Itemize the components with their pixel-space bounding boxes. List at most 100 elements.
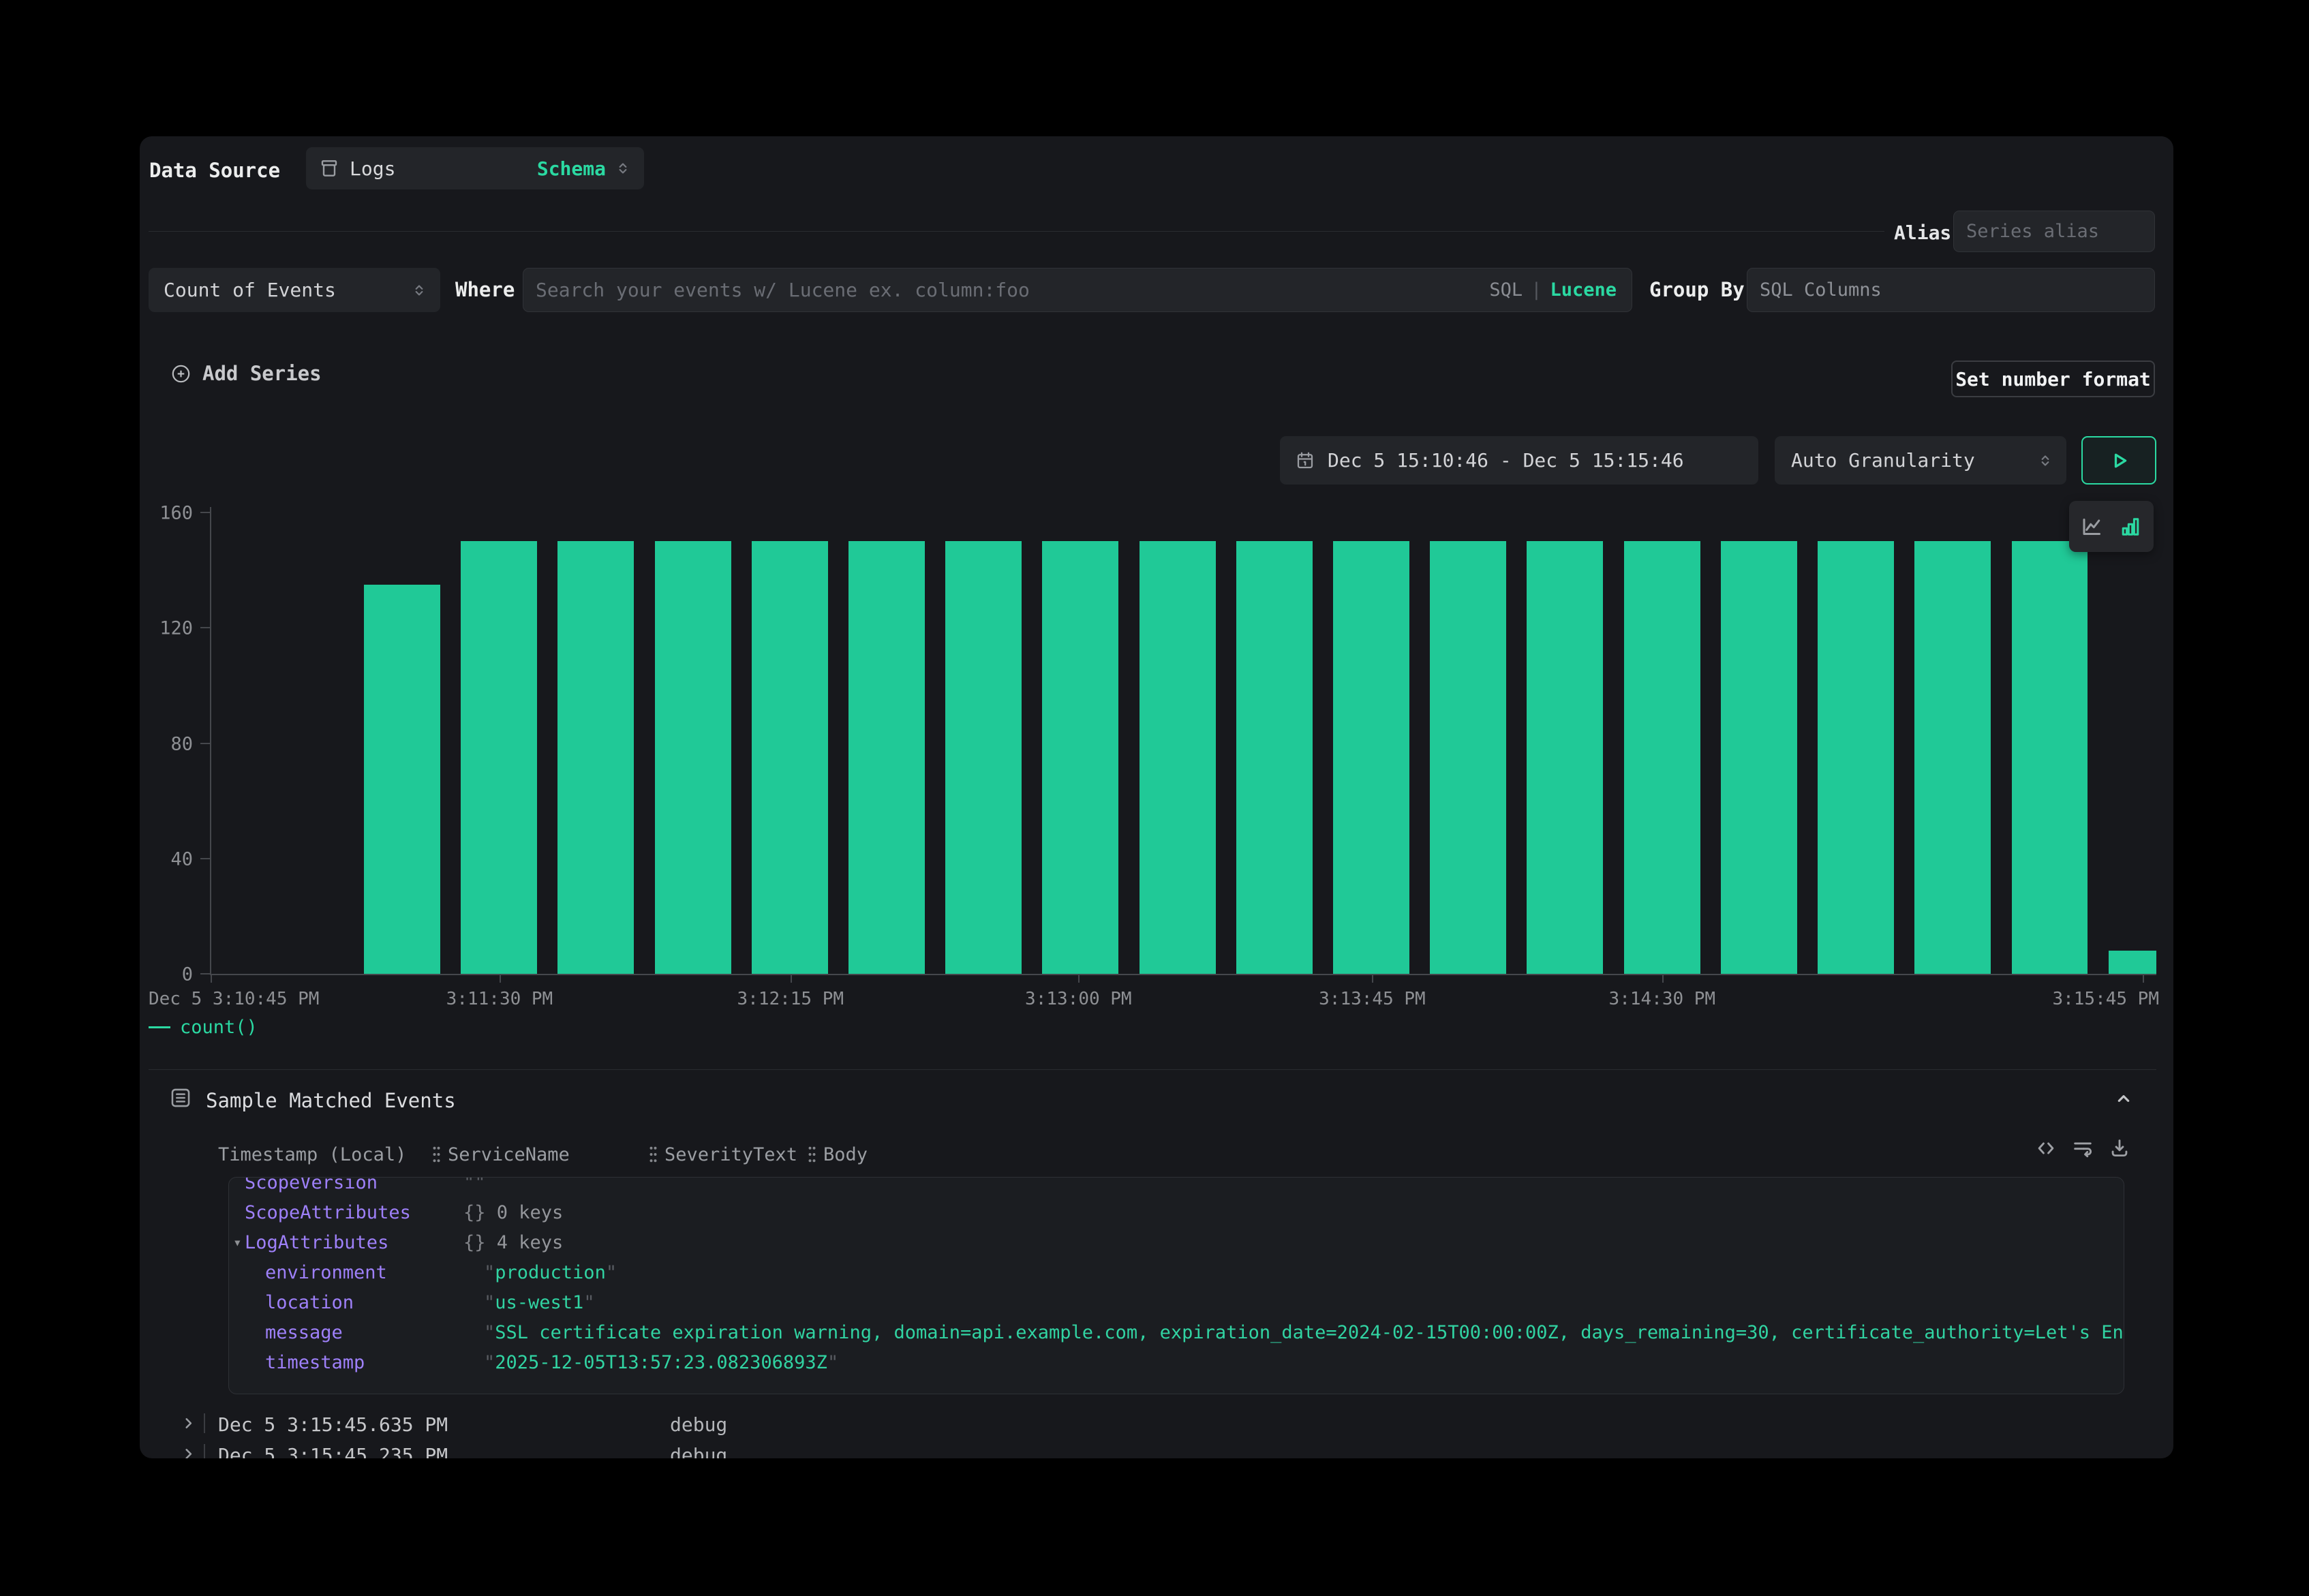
chevron-updown-icon [2036, 452, 2054, 470]
attribute-key[interactable]: ScopeAttributes [245, 1202, 463, 1223]
attribute-value: "SSL certificate expiration warning, dom… [484, 1322, 2124, 1343]
logs-source-icon [318, 157, 340, 179]
search-box: SQL | Lucene [523, 268, 1632, 312]
attribute-key[interactable]: location [265, 1292, 484, 1313]
bar[interactable] [557, 541, 634, 974]
bar[interactable] [848, 541, 925, 974]
bar-chart-icon[interactable] [2118, 515, 2143, 539]
attribute-row[interactable]: environment"production" [229, 1257, 2124, 1287]
search-input[interactable] [523, 268, 1632, 311]
y-axis-label: 0 [182, 964, 193, 985]
attribute-value: "production" [484, 1262, 617, 1283]
x-tick [211, 974, 212, 983]
bar[interactable] [1624, 541, 1700, 974]
data-source-select[interactable]: Logs Schema [306, 147, 644, 189]
attribute-row[interactable]: ▾LogAttributes{} 4 keys [229, 1227, 2124, 1257]
x-axis [210, 974, 2156, 975]
attribute-value: "us-west1" [484, 1292, 595, 1313]
column-header[interactable]: Body [807, 1144, 868, 1165]
bar[interactable] [1721, 541, 1797, 974]
attribute-key[interactable]: timestamp [265, 1352, 484, 1373]
drag-handle-icon[interactable] [807, 1144, 817, 1165]
calendar-icon [1295, 450, 1315, 471]
x-axis-label: Dec 5 3:10:45 PM [149, 989, 319, 1009]
y-axis-label: 40 [170, 848, 193, 870]
granularity-select[interactable]: Auto Granularity [1775, 436, 2066, 485]
bar[interactable] [655, 541, 731, 974]
drag-handle-icon[interactable] [431, 1144, 442, 1165]
bar[interactable] [1527, 541, 1603, 974]
where-label: Where [455, 278, 515, 301]
line-chart-icon[interactable] [2080, 515, 2105, 539]
alias-input[interactable] [1954, 211, 2154, 251]
set-number-format-button[interactable]: Set number format [1951, 360, 2155, 397]
add-series-label: Add Series [202, 362, 322, 385]
text-wrap-icon[interactable] [2071, 1137, 2094, 1160]
play-icon [2107, 448, 2131, 473]
sql-toggle[interactable]: SQL [1489, 279, 1523, 301]
attribute-row[interactable]: message"SSL certificate expiration warni… [229, 1317, 2124, 1347]
x-tick [1662, 974, 1664, 983]
column-label: Timestamp (Local) [218, 1144, 406, 1165]
granularity-value: Auto Granularity [1791, 449, 1975, 472]
bar[interactable] [1333, 541, 1409, 974]
bar[interactable] [1042, 541, 1118, 974]
attribute-key[interactable]: message [265, 1322, 484, 1343]
detail-rows: ScopeVersion""ScopeAttributes{} 0 keys▾L… [229, 1177, 2124, 1377]
bar[interactable] [1140, 541, 1216, 974]
y-tick [200, 858, 211, 859]
bar[interactable] [1236, 541, 1313, 974]
attribute-row[interactable]: ScopeAttributes{} 0 keys [229, 1197, 2124, 1227]
event-row[interactable]: Dec 5 3:15:45.635 PMdebug [140, 1408, 2157, 1439]
events-toolbar [2034, 1137, 2131, 1160]
bar[interactable] [461, 541, 537, 974]
x-axis-label: 3:12:15 PM [737, 989, 844, 1009]
y-tick [200, 743, 211, 744]
code-view-icon[interactable] [2034, 1137, 2058, 1160]
drag-handle-icon[interactable] [648, 1144, 658, 1165]
schema-link[interactable]: Schema [537, 157, 606, 180]
bar[interactable] [2012, 541, 2088, 974]
events-columns-row: Timestamp (Local) ServiceName SeverityText… [140, 1144, 2157, 1165]
bar[interactable] [364, 585, 440, 974]
query-language-toggle[interactable]: SQL | Lucene [1489, 268, 1617, 311]
attribute-row[interactable]: timestamp"2025-12-05T13:57:23.082306893Z… [229, 1347, 2124, 1377]
expand-row-icon[interactable] [179, 1414, 198, 1432]
chart-type-toggle [2069, 501, 2154, 552]
lucene-toggle[interactable]: Lucene [1550, 279, 1617, 301]
braces-icon: {} [463, 1202, 486, 1223]
chart-builder-card: Data Source Logs Schema Alias Count of E… [140, 136, 2173, 1458]
column-header[interactable]: SeverityText [648, 1144, 797, 1165]
y-axis-label: 120 [159, 618, 193, 639]
event-severity: debug [670, 1413, 727, 1436]
group-by-label: Group By [1649, 278, 1745, 301]
add-series-button[interactable]: Add Series [170, 362, 322, 385]
column-header[interactable]: ServiceName [431, 1144, 570, 1165]
expand-row-icon[interactable] [179, 1445, 198, 1458]
y-axis [210, 507, 211, 974]
y-tick [200, 512, 211, 513]
bar[interactable] [752, 541, 828, 974]
aggregation-select[interactable]: Count of Events [149, 268, 440, 312]
download-icon[interactable] [2108, 1137, 2131, 1160]
attribute-row[interactable]: location"us-west1" [229, 1287, 2124, 1317]
attribute-key[interactable]: environment [265, 1262, 484, 1283]
bar[interactable] [2109, 951, 2156, 974]
time-range-picker[interactable]: Dec 5 15:10:46 - Dec 5 15:15:46 [1280, 436, 1758, 485]
attribute-row[interactable]: ScopeVersion"" [229, 1177, 2124, 1197]
collapse-caret-icon[interactable]: ▾ [233, 1234, 242, 1250]
chevron-updown-icon [410, 281, 428, 299]
divider [149, 231, 1884, 232]
bar[interactable] [1818, 541, 1894, 974]
event-row[interactable]: Dec 5 3:15:45.235 PMdebug [140, 1439, 2157, 1458]
bar[interactable] [1430, 541, 1506, 974]
x-tick [500, 974, 501, 983]
attribute-key[interactable]: LogAttributes [245, 1232, 463, 1253]
run-query-button[interactable] [2081, 436, 2156, 485]
attribute-key[interactable]: ScopeVersion [245, 1177, 463, 1193]
bar[interactable] [945, 541, 1022, 974]
column-header[interactable]: Timestamp (Local) [218, 1144, 406, 1165]
collapse-section-icon[interactable] [2113, 1088, 2135, 1109]
group-by-input[interactable] [1747, 268, 2154, 311]
bar[interactable] [1914, 541, 1991, 974]
